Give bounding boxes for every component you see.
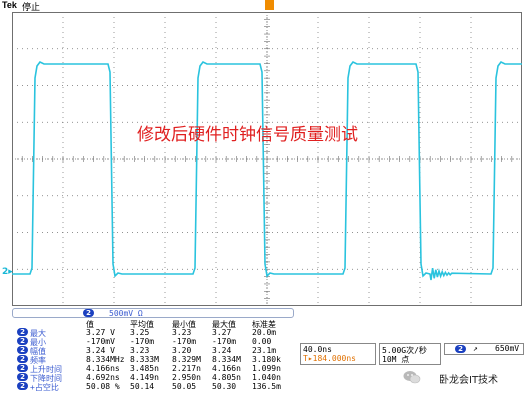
measurement-value: 4.805n [212, 373, 241, 382]
measurement-value: 3.25 [130, 328, 150, 337]
measurement-value: 3.485n [130, 364, 159, 373]
measurement-value: 3.24 [212, 346, 232, 355]
channel-ground-marker[interactable]: 2▸ [2, 267, 13, 277]
measurement-value: 3.24 V [86, 346, 115, 355]
channel-badge: 2 [83, 309, 94, 317]
trigger-readout[interactable]: 2 ↗ 650mV [444, 343, 524, 355]
measurement-value: 4.692ns [86, 373, 120, 382]
measurement-row: 2 频率 8.334MHz 8.333M 8.329M 8.334M 3.180k [12, 355, 294, 365]
measurement-row: 2 最大 3.27 V 3.25 3.23 3.27 20.0m [12, 328, 294, 338]
measurement-value: 136.5m [252, 382, 281, 391]
measurement-header: 2 500mV Ω [12, 308, 294, 318]
channel-badge: 2 [17, 346, 28, 354]
time-per-div: 40.0ns [303, 345, 332, 354]
measurement-label: +占空比 [30, 383, 59, 392]
measurement-value: 2.217n [172, 364, 201, 373]
measurement-row: 2 上升时间 4.166ns 3.485n 2.217n 4.166n 1.099n [12, 364, 294, 374]
measurement-value: -170m [172, 337, 197, 346]
measurement-row: 2 幅值 3.24 V 3.23 3.20 3.24 23.1m [12, 346, 294, 356]
channel-scale: 500mV Ω [109, 309, 143, 318]
measurement-value: 20.0m [252, 328, 277, 337]
scope-graticule [11, 11, 523, 306]
measurement-value: 3.27 V [86, 328, 115, 337]
measurement-row: 2 +占空比 50.08 % 50.14 50.05 50.30 136.5m [12, 382, 294, 392]
measurement-value: 3.23 [172, 328, 192, 337]
measurement-value: 8.333M [130, 355, 159, 364]
measurement-value: 50.14 [130, 382, 155, 391]
measurement-value: -170m [130, 337, 155, 346]
channel-badge: 2 [17, 382, 28, 390]
measurement-value: 8.329M [172, 355, 201, 364]
measurement-value: 2.950n [172, 373, 201, 382]
watermark-text: 卧龙会IT技术 [439, 375, 499, 386]
brand-label: Tek [2, 0, 17, 10]
channel-badge: 2 [17, 373, 28, 381]
acquisition-readout[interactable]: 5.00G次/秒 10M 点 [379, 343, 441, 365]
measurement-value: 50.30 [212, 382, 237, 391]
watermark: 卧龙会IT技术 [403, 368, 528, 388]
timebase-readout[interactable]: 40.0ns T▸184.000ns [300, 343, 376, 365]
measurement-value: 3.23 [130, 346, 150, 355]
measurement-value: 3.27 [212, 328, 232, 337]
trigger-channel-badge: 2 [455, 345, 466, 353]
rising-edge-icon: ↗ [473, 344, 478, 353]
channel-badge: 2 [17, 355, 28, 363]
measurement-value: 0.00 [252, 337, 272, 346]
measurement-value: 1.099n [252, 364, 281, 373]
measurement-value: 8.334M [212, 355, 241, 364]
measurement-value: 4.166ns [86, 364, 120, 373]
measurement-value: 50.08 % [86, 382, 120, 391]
overlay-title: 修改后硬件时钟信号质量测试 [137, 125, 358, 145]
measurement-value: -170m [212, 337, 237, 346]
measurement-value: 23.1m [252, 346, 277, 355]
measurement-value: 4.166n [212, 364, 241, 373]
channel-badge: 2 [17, 328, 28, 336]
measurement-value: 3.180k [252, 355, 281, 364]
channel-badge: 2 [17, 337, 28, 345]
trigger-position: T▸184.000ns [303, 354, 356, 363]
trigger-level: 650mV [495, 344, 520, 353]
wechat-icon [403, 371, 421, 384]
record-length: 10M 点 [382, 355, 410, 364]
graticule-grid [11, 11, 523, 306]
channel-badge: 2 [17, 364, 28, 372]
measurement-value: 50.05 [172, 382, 197, 391]
measurement-value: -170mV [86, 337, 115, 346]
measurement-value: 8.334MHz [86, 355, 125, 364]
waveform-display [11, 11, 523, 306]
measurement-row: 2 最小 -170mV -170m -170m -170m 0.00 [12, 337, 294, 347]
trigger-position-marker[interactable] [265, 0, 274, 10]
measurement-value: 3.20 [172, 346, 192, 355]
measurement-value: 1.040n [252, 373, 281, 382]
measurement-panel: 2 500mV Ω 值 平均值 最小值 最大值 标准差 2 最大 3.27 V 3.2… [12, 308, 294, 396]
measurement-value: 4.149n [130, 373, 159, 382]
measurement-row: 2 下降时间 4.692ns 4.149n 2.950n 4.805n 1.040n [12, 373, 294, 383]
